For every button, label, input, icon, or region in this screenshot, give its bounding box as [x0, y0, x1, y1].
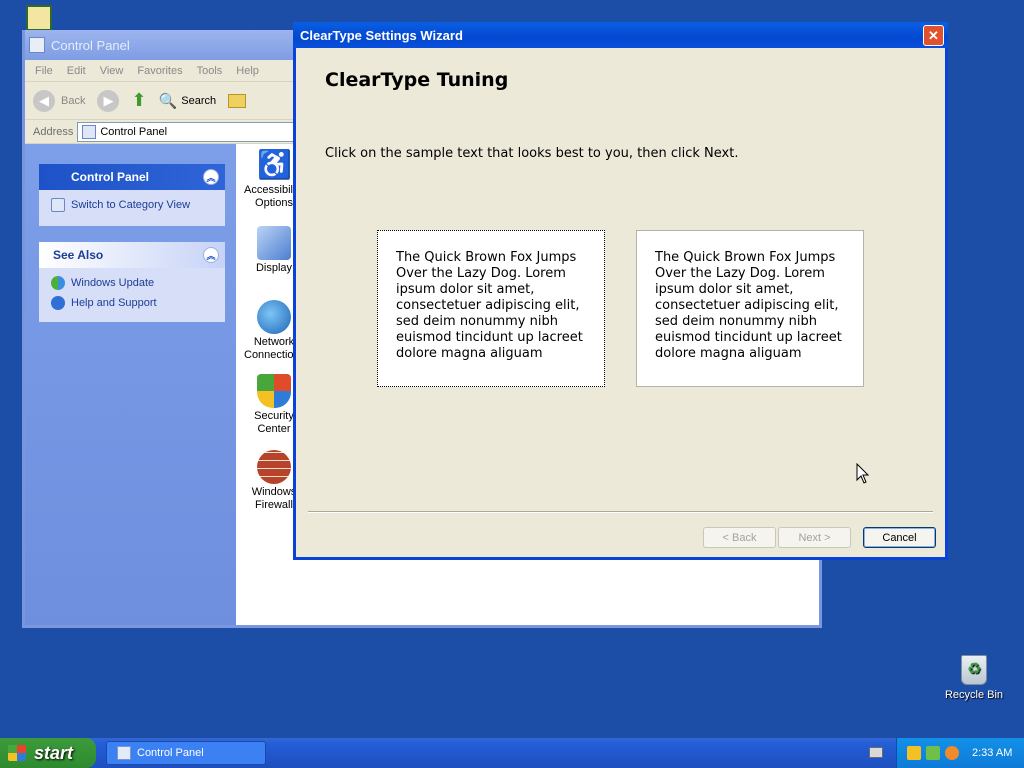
windows-update-link[interactable]: Windows Update [39, 268, 225, 293]
sample-text-option-1[interactable]: The Quick Brown Fox Jumps Over the Lazy … [377, 230, 605, 387]
address-input[interactable]: Control Panel [77, 121, 308, 142]
folders-icon[interactable] [228, 93, 247, 108]
control-panel-box-header[interactable]: Control Panel ︽ [39, 164, 225, 190]
see-also-box: See Also ︽ Windows Update Help and Suppo… [39, 242, 225, 322]
wizard-titlebar[interactable]: ClearType Settings Wizard ✕ [293, 22, 948, 48]
search-button[interactable]: 🔍 Search [159, 92, 217, 110]
recycle-bin-label: Recycle Bin [944, 689, 1004, 701]
address-label: Address [33, 125, 74, 138]
close-icon[interactable]: ✕ [923, 25, 944, 46]
clock: 2:33 AM [972, 747, 1013, 759]
menu-help[interactable]: Help [236, 65, 259, 77]
wizard-title: ClearType Settings Wizard [300, 27, 463, 43]
desktop-shortcut-icon[interactable] [26, 5, 52, 31]
item-label: Display [255, 262, 293, 274]
sample-text-option-2[interactable]: The Quick Brown Fox Jumps Over the Lazy … [636, 230, 864, 387]
help-support-link[interactable]: Help and Support [39, 293, 225, 313]
cancel-button[interactable]: Cancel [863, 527, 936, 548]
wizard-heading: ClearType Tuning [325, 69, 509, 91]
search-icon: 🔍 [158, 92, 178, 110]
wizard-separator [308, 511, 933, 513]
menu-tools[interactable]: Tools [197, 65, 223, 77]
network-icon[interactable] [926, 746, 940, 760]
recycle-bin[interactable]: Recycle Bin [938, 655, 1010, 701]
taskbar-item-control-panel[interactable]: Control Panel [106, 741, 266, 765]
control-panel-icon [29, 37, 45, 53]
control-panel-icon [82, 124, 97, 139]
cleartype-wizard-window: ClearType Settings Wizard ✕ ClearType Tu… [293, 22, 948, 560]
windows-update-icon [51, 276, 65, 290]
control-panel-title: Control Panel [51, 37, 130, 53]
mouse-cursor-icon [856, 463, 870, 484]
accessibility-icon: ♿ [257, 149, 292, 180]
control-panel-icon [117, 746, 131, 760]
start-button[interactable]: start [0, 738, 96, 768]
item-label: Windows Firewall [251, 486, 297, 511]
see-also-title: See Also [53, 248, 104, 262]
help-icon [51, 296, 65, 310]
firewall-icon [257, 450, 291, 484]
see-also-header[interactable]: See Also ︽ [39, 242, 225, 268]
keyboard-icon[interactable] [869, 747, 883, 758]
menu-file[interactable]: File [35, 65, 53, 77]
menu-view[interactable]: View [100, 65, 124, 77]
taskbar-item-label: Control Panel [137, 747, 204, 759]
security-shield-icon [257, 374, 291, 408]
windows-update-label: Windows Update [71, 277, 155, 289]
next-button[interactable]: Next > [778, 527, 851, 548]
search-icon[interactable] [945, 746, 959, 760]
switch-view-icon [51, 198, 65, 212]
control-panel-box-title: Control Panel [71, 170, 150, 184]
collapse-icon[interactable]: ︽ [203, 247, 219, 263]
help-support-label: Help and Support [71, 297, 157, 309]
address-value: Control Panel [100, 125, 168, 138]
back-button[interactable]: < Back [703, 527, 776, 548]
network-icon [257, 300, 291, 334]
display-icon [257, 226, 291, 260]
collapse-icon[interactable]: ︽ [203, 169, 219, 185]
switch-view-link[interactable]: Switch to Category View [39, 190, 225, 215]
switch-view-label: Switch to Category View [71, 199, 191, 211]
back-arrow-icon[interactable]: ◀ [33, 89, 55, 112]
back-button-label[interactable]: Back [61, 95, 85, 107]
menu-favorites[interactable]: Favorites [137, 65, 182, 77]
up-folder-icon[interactable]: ⬆ [131, 90, 146, 111]
system-tray: 2:33 AM [896, 738, 1024, 768]
recycle-bin-icon [961, 655, 987, 685]
menu-edit[interactable]: Edit [67, 65, 86, 77]
security-shield-icon[interactable] [907, 746, 921, 760]
task-pane: Control Panel ︽ Switch to Category View … [25, 144, 236, 625]
item-label: Security Center [254, 410, 294, 435]
forward-arrow-icon[interactable]: ▶ [97, 89, 120, 112]
windows-logo-icon [8, 745, 26, 761]
control-panel-box: Control Panel ︽ Switch to Category View [39, 164, 225, 226]
start-label: start [34, 742, 74, 763]
wizard-instruction: Click on the sample text that looks best… [325, 146, 739, 161]
search-label: Search [181, 94, 217, 107]
taskbar: start Control Panel 2:33 AM [0, 738, 1024, 768]
